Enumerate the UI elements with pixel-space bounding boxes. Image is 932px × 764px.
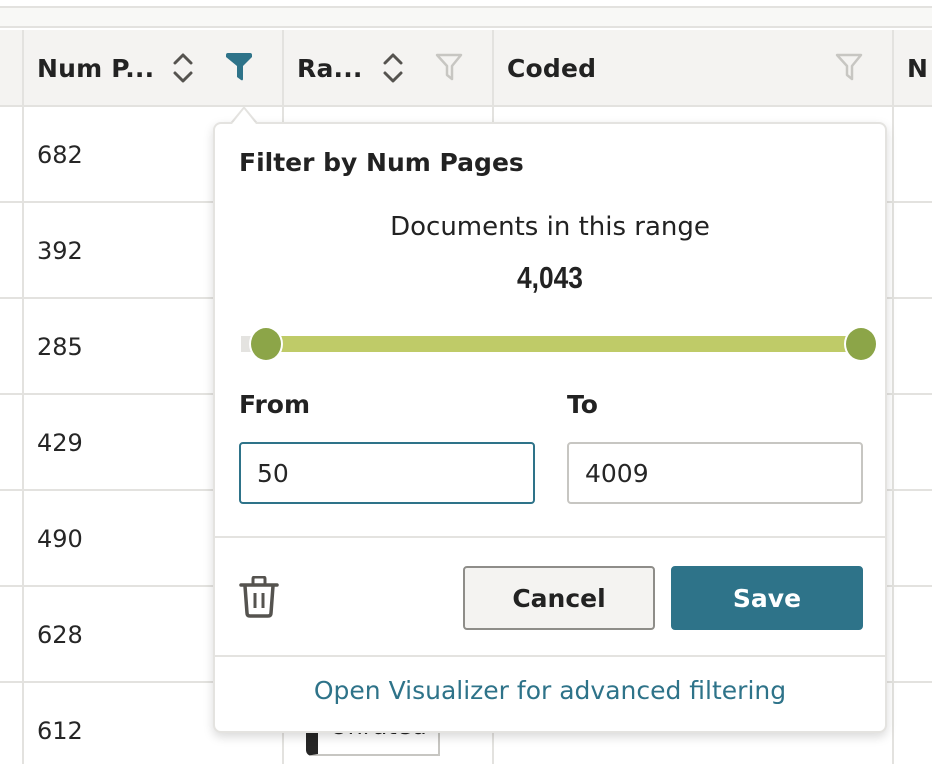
popover-title: Filter by Num Pages [239,148,524,177]
from-input[interactable] [239,442,535,504]
num-pages-cell: 490 [37,525,83,553]
column-label-coded: Coded [507,54,597,83]
trash-icon[interactable] [239,576,279,618]
column-label-rating: Ra... [297,54,363,83]
sort-icon[interactable] [172,51,194,85]
num-pages-cell: 392 [37,237,83,265]
sort-icon[interactable] [382,51,404,85]
range-slider[interactable] [241,326,878,362]
from-label: From [239,390,311,419]
save-button[interactable]: Save [671,566,863,630]
popover-divider [215,536,885,538]
popover-divider [215,655,885,657]
num-pages-cell: 628 [37,621,83,649]
range-count: 4,043 [517,260,583,295]
header-cell-rating[interactable]: Ra... [282,30,494,107]
slider-thumb-min[interactable] [248,326,283,362]
slider-thumb-max[interactable] [844,326,878,362]
filter-icon[interactable] [834,52,864,82]
header-cell-coded[interactable]: Coded [492,30,894,107]
num-pages-cell: 682 [37,141,83,169]
toolbar-strip [0,8,932,28]
header-cell-next[interactable]: N [892,30,932,107]
range-label: Documents in this range [390,212,710,242]
header-cell-num-pages[interactable]: Num P... [22,30,284,107]
cancel-button[interactable]: Cancel [463,566,655,630]
header-cell-previous [0,30,24,107]
table-header: Num P... Ra... Coded N [0,30,932,107]
filter-icon[interactable] [434,52,464,82]
slider-fill [265,336,861,352]
column-label-num-pages: Num P... [37,54,155,83]
column-label-next: N [907,54,929,83]
num-pages-cell: 429 [37,429,83,457]
open-visualizer-link[interactable]: Open Visualizer for advanced filtering [215,676,885,705]
column-divider [892,30,894,764]
num-pages-cell: 285 [37,333,83,361]
column-divider [22,30,24,764]
to-label: To [567,390,598,419]
filter-icon-active[interactable] [224,52,254,82]
filter-popover: Filter by Num Pages Documents in this ra… [213,122,887,733]
to-input[interactable] [567,442,863,504]
top-bar [0,0,932,8]
popover-caret-inner [232,109,256,124]
num-pages-cell: 612 [37,717,83,745]
